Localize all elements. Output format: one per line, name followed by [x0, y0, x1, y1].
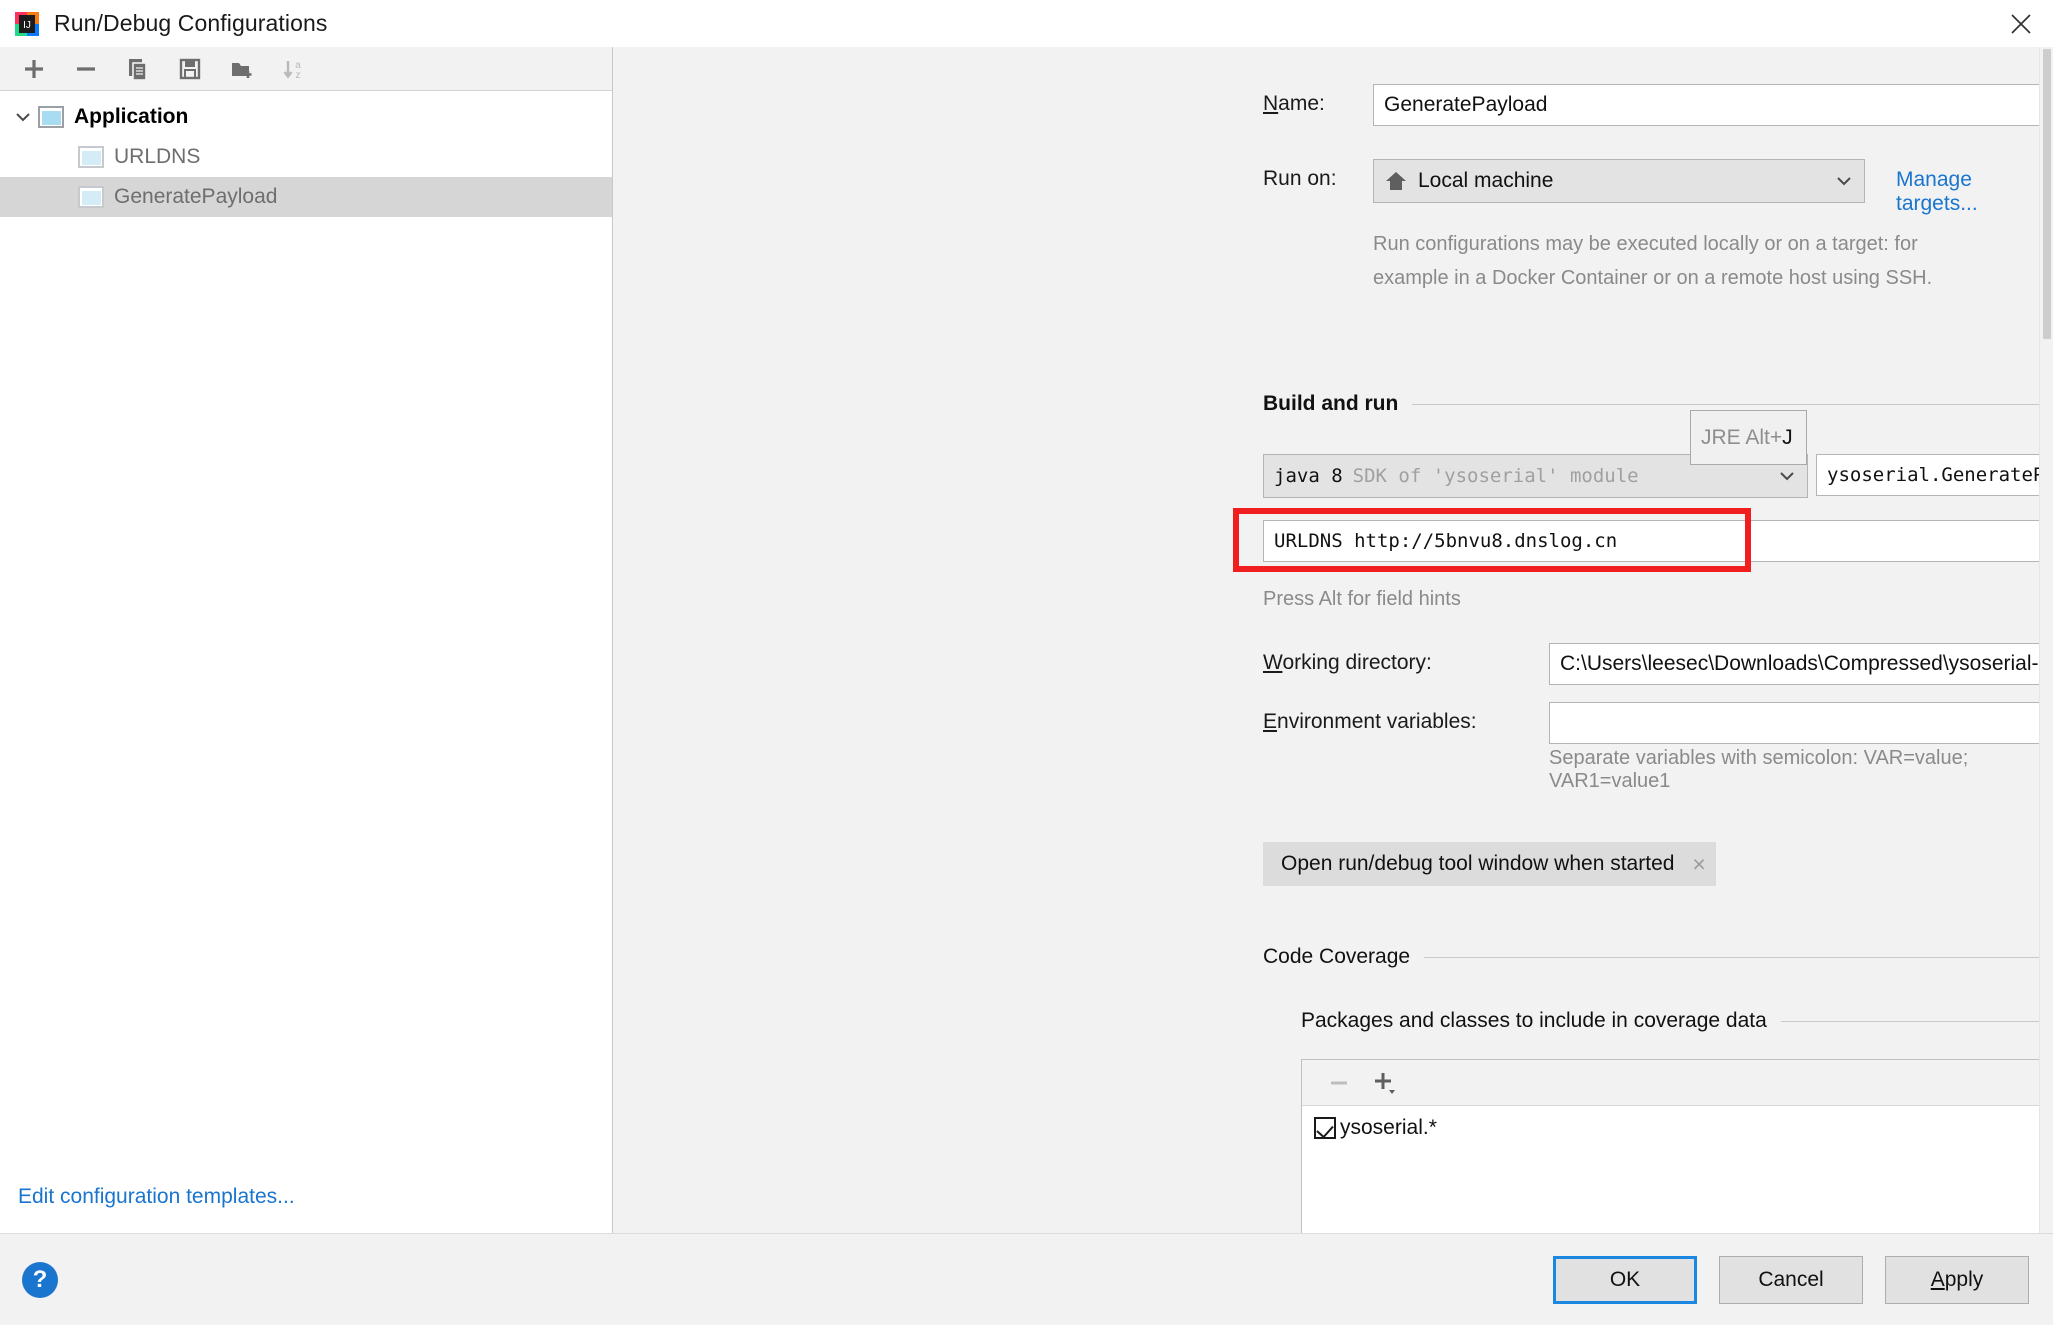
help-button[interactable]: ?: [16, 1256, 64, 1304]
chevron-down-icon[interactable]: [1765, 466, 1797, 486]
main-class-value: ysoserial.GeneratePayload: [1827, 464, 2053, 486]
coverage-list-box: ysoserial.*: [1301, 1059, 2053, 1233]
sidebar-toolbar: a z: [0, 47, 612, 91]
field-hints-text: Press Alt for field hints: [1263, 588, 1461, 610]
run-on-label: Run on:: [1263, 167, 1337, 191]
environment-variables-hint: Separate variables with semicolon: VAR=v…: [1549, 747, 1969, 792]
name-input-value: GeneratePayload: [1384, 93, 1548, 116]
run-on-label-text: Run on:: [1263, 167, 1337, 190]
name-input[interactable]: GeneratePayload: [1373, 84, 2053, 126]
configurations-sidebar: a z Application URLDNS GeneratePayload E…: [0, 47, 613, 1233]
svg-text:z: z: [296, 70, 301, 81]
working-directory-input[interactable]: C:\Users\leesec\Downloads\Compressed\yso…: [1549, 643, 2053, 685]
run-on-select[interactable]: Local machine: [1373, 159, 1865, 203]
section-rule: [1412, 403, 2053, 405]
ev-label-rest: nvironment variables:: [1277, 710, 1477, 733]
name-label-rest: ame:: [1278, 92, 1325, 115]
scrollbar-thumb[interactable]: [2043, 49, 2051, 339]
environment-variables-label: Environment variables:: [1263, 710, 1477, 734]
remove-configuration-button[interactable]: [60, 49, 112, 89]
main-class-field[interactable]: ysoserial.GeneratePayload: [1816, 454, 2053, 496]
manage-targets-link-text: Manage targets...: [1896, 168, 1978, 215]
copy-configuration-button[interactable]: [112, 49, 164, 89]
environment-variables-input[interactable]: [1549, 702, 2053, 744]
apply-button-mnemonic: A: [1930, 1267, 1945, 1291]
jre-tooltip: JRE Alt+ J: [1690, 410, 1807, 465]
section-rule: [1424, 956, 2053, 958]
dialog-footer: ? OK Cancel Apply: [0, 1233, 2053, 1325]
close-icon[interactable]: ×: [1692, 851, 1705, 878]
help-icon: ?: [22, 1261, 58, 1298]
jre-value-bold: java 8: [1274, 465, 1343, 487]
chevron-down-icon[interactable]: [1822, 171, 1854, 191]
open-tool-window-chip-label: Open run/debug tool window when started: [1281, 852, 1675, 875]
coverage-item-checkbox[interactable]: [1314, 1117, 1336, 1139]
new-folder-button[interactable]: [216, 49, 268, 89]
build-and-run-section-header: Build and run: [1263, 392, 2053, 416]
tree-item-label: URLDNS: [114, 145, 201, 168]
home-icon: [1384, 169, 1408, 193]
cancel-button[interactable]: Cancel: [1719, 1255, 1863, 1304]
dialog-buttons: OK Cancel Apply: [1553, 1255, 2029, 1304]
dialog-body: a z Application URLDNS GeneratePayload E…: [0, 47, 2053, 1233]
name-label-mnemonic: N: [1263, 92, 1279, 115]
configuration-node-icon: [78, 186, 104, 208]
svg-text:IJ: IJ: [23, 20, 31, 31]
working-directory-value: C:\Users\leesec\Downloads\Compressed\yso…: [1560, 652, 2053, 675]
tree-item-label: Application: [74, 105, 189, 128]
code-coverage-title: Code Coverage: [1263, 945, 1411, 968]
ok-button-label: OK: [1609, 1267, 1641, 1291]
sort-alphabetically-button[interactable]: a z: [268, 49, 320, 89]
application-node-icon: [38, 106, 64, 128]
configuration-node-icon: [78, 146, 104, 168]
name-label: Name:: [1263, 92, 1373, 116]
coverage-remove-button[interactable]: [1316, 1065, 1362, 1101]
tree-group-application[interactable]: Application: [0, 97, 612, 137]
close-icon[interactable]: [1989, 0, 2053, 47]
run-on-description-line2: example in a Docker Container or on a re…: [1373, 267, 1933, 289]
tree-item-urldns[interactable]: URLDNS: [0, 137, 612, 177]
title-bar: IJ Run/Debug Configurations: [0, 0, 2053, 47]
jre-tooltip-text: JRE Alt+: [1701, 425, 1783, 449]
intellij-idea-icon: IJ: [14, 11, 40, 37]
ok-button[interactable]: OK: [1553, 1255, 1697, 1304]
program-arguments-field[interactable]: URLDNS http://5bnvu8.dnslog.cn: [1263, 520, 2053, 562]
build-and-run-title: Build and run: [1263, 392, 1399, 415]
apply-button[interactable]: Apply: [1885, 1255, 2029, 1304]
coverage-toolbar: [1302, 1060, 2053, 1106]
configuration-form: Name: GeneratePayload Store as project f…: [613, 47, 2053, 1233]
tree-item-generatepayload[interactable]: GeneratePayload: [0, 177, 612, 217]
manage-targets-link[interactable]: Manage targets...: [1896, 168, 2039, 216]
coverage-packages-section-header: Packages and classes to include in cover…: [1301, 1009, 2053, 1033]
code-coverage-section-header: Code Coverage: [1263, 945, 2053, 969]
coverage-packages-title: Packages and classes to include in cover…: [1301, 1009, 1767, 1032]
run-debug-configurations-dialog: IJ Run/Debug Configurations a z Applicat…: [0, 0, 2053, 1325]
open-tool-window-chip[interactable]: Open run/debug tool window when started …: [1263, 842, 1716, 886]
coverage-item-label: ysoserial.*: [1340, 1116, 1437, 1139]
wd-label-mnemonic: W: [1263, 651, 1283, 674]
configurations-tree[interactable]: Application URLDNS GeneratePayload: [0, 91, 612, 1161]
coverage-list-item[interactable]: ysoserial.*: [1302, 1106, 2053, 1140]
add-configuration-button[interactable]: [8, 49, 60, 89]
jre-value-dim: SDK of 'ysoserial' module: [1352, 465, 1639, 487]
window-title: Run/Debug Configurations: [54, 10, 328, 36]
edit-configuration-templates-link[interactable]: Edit configuration templates...: [18, 1185, 295, 1209]
run-on-description: Run configurations may be executed local…: [1373, 227, 1932, 295]
main-scrollbar[interactable]: [2039, 47, 2053, 1233]
apply-button-rest: pply: [1944, 1267, 1984, 1291]
wd-label-rest: orking directory:: [1282, 651, 1432, 674]
save-configuration-button[interactable]: [164, 49, 216, 89]
coverage-add-button[interactable]: [1362, 1065, 1408, 1101]
run-on-value: Local machine: [1418, 169, 1554, 192]
section-rule: [1780, 1020, 2053, 1022]
ev-label-mnemonic: E: [1263, 710, 1278, 733]
tree-item-label: GeneratePayload: [114, 185, 278, 208]
run-on-description-line1: Run configurations may be executed local…: [1373, 233, 1918, 255]
sidebar-footer: Edit configuration templates...: [0, 1161, 612, 1233]
jre-tooltip-key: J: [1782, 425, 1793, 449]
chevron-down-icon[interactable]: [8, 108, 38, 126]
program-arguments-value: URLDNS http://5bnvu8.dnslog.cn: [1274, 530, 1618, 552]
working-directory-label: Working directory:: [1263, 651, 1432, 675]
cancel-button-label: Cancel: [1758, 1267, 1824, 1291]
